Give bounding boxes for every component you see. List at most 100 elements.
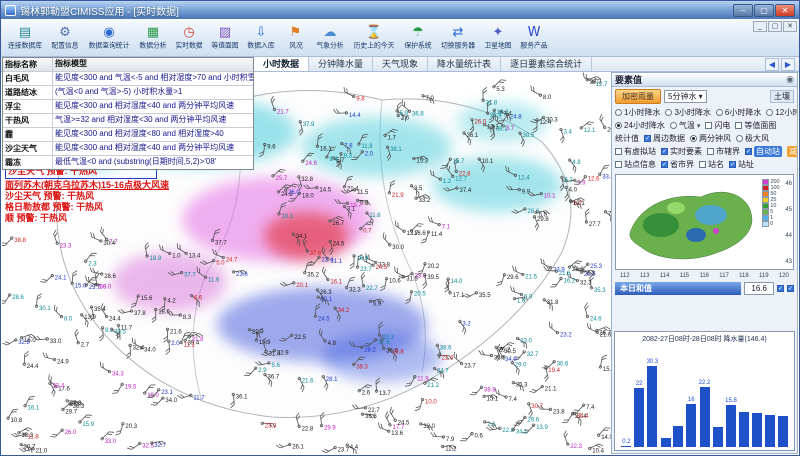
chart-bar[interactable]	[739, 412, 749, 447]
chart-bar[interactable]	[765, 415, 775, 447]
indicator-row[interactable]: 白毛风能见度<300 and 气温<-5 and 相对湿度>70 and 小时积…	[3, 72, 253, 86]
bar-value-label: 16	[688, 397, 695, 404]
x-tick: 115	[680, 273, 690, 279]
sum-checkbox-2[interactable]: ✓	[787, 285, 794, 292]
toolbar-button-contour-map[interactable]: ▨等值面图	[207, 20, 243, 56]
indicator-name: 霜冻	[3, 156, 53, 169]
mdi-minimize-button[interactable]: _	[753, 21, 767, 32]
soil-side-tab[interactable]: 土壤	[770, 90, 794, 103]
indicator-row[interactable]: 沙尘天气能见度<300 and 相对湿度<40 and 两分钟平均风速	[3, 142, 253, 156]
chart-bar[interactable]	[647, 366, 657, 447]
indicator-row[interactable]: 干热风气温>=32 and 相对湿度<30 and 两分钟平均风速	[3, 114, 253, 128]
checkbox-option[interactable]: 站名	[699, 159, 724, 170]
chart-bar[interactable]	[621, 446, 631, 447]
checkbox-option[interactable]: 市辖界	[707, 146, 740, 157]
tab-scroll-left-icon[interactable]: ◀	[765, 58, 779, 71]
radio-option[interactable]: 24小时降水	[615, 120, 665, 131]
daily-sum-row: 本日和值 16.6 ✓ ✓	[615, 282, 794, 295]
indicator-model: 气温>=32 and 相对湿度<30 and 两分钟平均风速	[53, 114, 253, 127]
maximize-button[interactable]: ▢	[754, 4, 774, 17]
toolbar-button-umbrella[interactable]: ☂保护系统	[400, 20, 436, 56]
option-label: 等值面图	[744, 120, 776, 131]
legend-value: 50	[770, 191, 776, 196]
radio-option[interactable]: 极大风	[736, 133, 769, 144]
toolbar-button-search[interactable]: ◉数据查询统计	[83, 20, 135, 56]
chart-bar[interactable]	[686, 404, 696, 447]
inset-x-axis: 112113114115116117118119120	[612, 273, 797, 279]
radio-option[interactable]: 1小时降水	[615, 107, 660, 118]
chart-bar[interactable]	[778, 416, 788, 447]
toolbar-button-switch-server[interactable]: ⇄切换服务器	[436, 20, 480, 56]
option-group-label: 统计值	[615, 133, 639, 144]
minimize-button[interactable]: –	[733, 4, 753, 17]
chart-bar-group	[739, 346, 750, 447]
indicator-row[interactable]: 浮尘能见度<300 and 相对湿度<40 and 两分钟平均风速	[3, 100, 253, 114]
x-tick: 120	[779, 273, 789, 279]
tab-scroll-right-icon[interactable]: ▶	[781, 58, 795, 71]
tab-4[interactable]: 逐日要素综合统计	[501, 57, 592, 71]
indicator-row[interactable]: 道路结冰(气温<0 and 气温>-5) 小时积水量>1	[3, 86, 253, 100]
indicator-row[interactable]: 霜冻最低气温<0 and (substring(日期时间,5,2)>'08'	[3, 156, 253, 169]
toolbar-button-cloud[interactable]: ☁气象分析	[312, 20, 348, 56]
radio-option[interactable]: 两分钟风	[690, 133, 731, 144]
radio-option[interactable]: 12小时降水	[766, 107, 797, 118]
checkbox-option[interactable]: ✓自动站	[745, 146, 782, 157]
tab-3[interactable]: 降水量统计表	[428, 57, 501, 71]
x-tick: 119	[759, 273, 769, 279]
radio-icon	[716, 109, 723, 116]
tab-0[interactable]: 小时数据	[254, 57, 309, 71]
encrypted-rain-button[interactable]: 加密雨量	[615, 89, 661, 104]
indicator-name: 道路结冰	[3, 86, 53, 99]
toolbar-button-gear[interactable]: ⚙配置信息	[47, 20, 83, 56]
radio-option[interactable]: 6小时降水	[716, 107, 761, 118]
toolbar-button-wind-flag[interactable]: ⚑风况	[279, 20, 312, 56]
indicator-model: 能见度<300 and 相对湿度<40 and 两分钟平均风速	[53, 100, 253, 113]
close-button[interactable]: ✕	[775, 4, 795, 17]
toolbar-label: 卫星地图	[484, 40, 511, 49]
mdi-restore-button[interactable]: ▢	[768, 21, 782, 32]
column-header-model: 指标模型	[53, 58, 253, 71]
checkbox-option[interactable]: 有虚拟站	[615, 146, 656, 157]
toolbar-button-w-product[interactable]: W服务产品	[516, 20, 552, 56]
interval-select[interactable]: 5分钟水 ▾	[664, 90, 707, 103]
contour-map-icon: ▨	[219, 25, 231, 40]
checkbox-option[interactable]: 闪电	[705, 120, 730, 131]
toolbar-button-clock[interactable]: ◷实时数据	[171, 20, 207, 56]
chart-bar-group	[764, 346, 775, 447]
chart-bar[interactable]	[713, 427, 723, 447]
pin-icon[interactable]: ◉	[786, 74, 794, 85]
checkbox-option[interactable]: ✓周边数据	[644, 133, 685, 144]
column-header-name: 指标名称	[3, 58, 53, 71]
toolbar-button-analysis-chart[interactable]: ▦数据分析	[135, 20, 171, 56]
import-icon: ⇩	[256, 25, 267, 40]
toolbar-button-history[interactable]: ⌛历史上的今天	[348, 20, 400, 56]
radio-option[interactable]: 3小时降水	[665, 107, 710, 118]
sum-checkbox-1[interactable]: ✓	[777, 285, 784, 292]
shading-patch	[432, 157, 562, 212]
checkbox-option[interactable]: 站点信息	[615, 159, 656, 170]
checkbox-option[interactable]: ✓站址	[729, 159, 754, 170]
dropdown-option[interactable]: 减灾扩展▾	[787, 146, 797, 157]
checkbox-option[interactable]: ✓省市界	[661, 159, 694, 170]
chart-bar[interactable]	[634, 388, 644, 447]
indicator-model: 能见度<300 and 相对湿度<80 and 相对湿度>40	[53, 128, 253, 141]
checkbox-option[interactable]: 等值面图	[735, 120, 776, 131]
indicator-row[interactable]: 霾能见度<300 and 相对湿度<80 and 相对湿度>40	[3, 128, 253, 142]
toolbar-button-database[interactable]: ▤连接数据库	[3, 20, 47, 56]
inset-map[interactable]: 200100502510510 46454443	[615, 174, 794, 270]
interval-select-value: 5分钟水	[668, 92, 696, 101]
option-label: 统计值	[615, 133, 639, 144]
tab-2[interactable]: 天气现象	[373, 57, 428, 71]
chart-bar[interactable]	[700, 387, 710, 447]
chart-bar[interactable]	[752, 413, 762, 447]
tab-1[interactable]: 分钟降水量	[309, 57, 373, 71]
chart-bar[interactable]	[661, 438, 671, 447]
radio-option[interactable]: 气温▾	[670, 120, 701, 131]
chart-bar[interactable]	[673, 426, 683, 448]
toolbar-button-satellite[interactable]: ✦卫星地图	[480, 20, 516, 56]
checkbox-option[interactable]: ✓实时要素	[661, 146, 702, 157]
clock-icon: ◷	[183, 25, 194, 40]
toolbar-button-import[interactable]: ⇩数据入库	[243, 20, 279, 56]
chart-bar[interactable]	[726, 405, 736, 448]
mdi-close-button[interactable]: ✕	[783, 21, 797, 32]
